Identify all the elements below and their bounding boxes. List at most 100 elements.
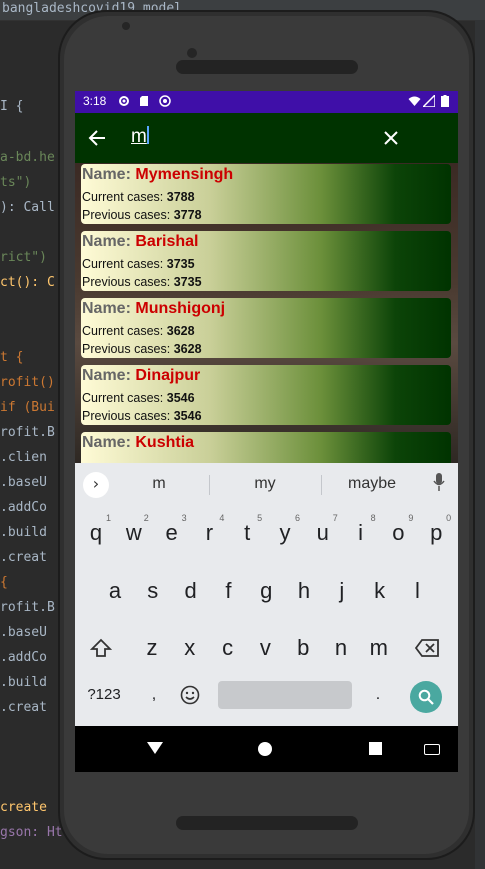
- key-n[interactable]: n: [323, 626, 359, 670]
- chevron-right-icon: ›: [92, 474, 100, 493]
- proximity-sensor: [122, 22, 130, 30]
- key-c[interactable]: c: [210, 626, 246, 670]
- suggestion-divider: [209, 475, 210, 495]
- key-label: z: [146, 635, 158, 660]
- district-name-row: Name: Kushtia: [82, 434, 194, 452]
- suggestion[interactable]: maybe: [337, 475, 407, 493]
- code-line: .clien: [0, 450, 47, 465]
- wifi-icon: [408, 96, 421, 106]
- comma-key[interactable]: ,: [141, 673, 167, 717]
- code-line: create: [0, 800, 47, 815]
- code-line: rict"): [0, 250, 47, 265]
- key-w[interactable]: w2: [116, 511, 152, 555]
- code-line: {: [0, 575, 8, 590]
- key-label: f: [225, 578, 232, 603]
- key-l[interactable]: l: [399, 569, 435, 613]
- nav-back-icon[interactable]: [147, 742, 163, 754]
- key-label: n: [334, 635, 348, 660]
- key-label: o: [392, 520, 405, 545]
- current-label: Current cases:: [82, 190, 164, 204]
- key-v[interactable]: v: [247, 626, 283, 670]
- key-x[interactable]: x: [172, 626, 208, 670]
- key-t[interactable]: t5: [229, 511, 265, 555]
- key-q[interactable]: q1: [78, 511, 114, 555]
- district-card[interactable]: Name: Mymensingh Current cases: 3788 Pre…: [81, 164, 451, 224]
- key-y[interactable]: y6: [267, 511, 303, 555]
- key-k[interactable]: k: [362, 569, 398, 613]
- key-i[interactable]: i8: [343, 511, 379, 555]
- previous-cases-row: Previous cases: 3778: [82, 208, 202, 222]
- key-g[interactable]: g: [248, 569, 284, 613]
- status-bar: 3:18: [75, 91, 458, 113]
- key-label: e: [165, 520, 178, 545]
- emoji-key[interactable]: [175, 673, 205, 717]
- key-d[interactable]: d: [173, 569, 209, 613]
- symbols-key[interactable]: ?123: [81, 673, 127, 717]
- code-line: I {: [0, 99, 24, 114]
- district-list[interactable]: Name: Mymensingh Current cases: 3788 Pre…: [75, 163, 458, 472]
- search-icon: [418, 689, 434, 705]
- period-key[interactable]: .: [365, 673, 391, 717]
- status-time: 3:18: [83, 94, 107, 108]
- district-name: Barishal: [135, 233, 199, 250]
- search-input[interactable]: m: [131, 126, 371, 150]
- shift-key[interactable]: [83, 626, 119, 670]
- code-line: ): Call: [0, 200, 55, 215]
- backspace-icon: [414, 639, 439, 657]
- key-label: d: [184, 578, 197, 603]
- key-o[interactable]: o9: [380, 511, 416, 555]
- code-line: if (Bui: [0, 400, 55, 415]
- district-name-row: Name: Mymensingh: [82, 166, 233, 184]
- district-card[interactable]: Name: Munshigonj Current cases: 3628 Pre…: [81, 298, 451, 358]
- name-label: Name:: [82, 233, 131, 250]
- mic-icon: [433, 473, 445, 491]
- key-s[interactable]: s: [135, 569, 171, 613]
- district-card[interactable]: Name: Barishal Current cases: 3735 Previ…: [81, 231, 451, 291]
- suggestion-divider: [321, 475, 322, 495]
- suggestion[interactable]: my: [235, 475, 295, 493]
- back-button[interactable]: [81, 122, 113, 154]
- nav-recents-icon[interactable]: [369, 742, 382, 755]
- key-alt-label: 6: [294, 513, 300, 523]
- code-line: rofit.B: [0, 425, 55, 440]
- key-p[interactable]: p0: [418, 511, 454, 555]
- key-m[interactable]: m: [361, 626, 397, 670]
- key-j[interactable]: j: [324, 569, 360, 613]
- expand-suggestions-button[interactable]: ›: [83, 472, 109, 498]
- backspace-key[interactable]: [409, 626, 445, 670]
- code-line: t {: [0, 350, 24, 365]
- keyboard-switch-icon[interactable]: [424, 744, 440, 755]
- key-u[interactable]: u7: [305, 511, 341, 555]
- search-enter-key[interactable]: [410, 681, 442, 713]
- current-cases-row: Current cases: 3628: [82, 324, 195, 338]
- previous-label: Previous cases:: [82, 342, 171, 356]
- suggestion[interactable]: m: [131, 475, 187, 493]
- clear-search-button[interactable]: [375, 122, 407, 154]
- key-e[interactable]: e3: [154, 511, 190, 555]
- district-card[interactable]: Name: Dinajpur Current cases: 3546 Previ…: [81, 365, 451, 425]
- battery-icon: [441, 95, 449, 107]
- key-label: v: [259, 635, 271, 660]
- key-label: k: [374, 578, 386, 603]
- code-line: ts"): [0, 175, 32, 190]
- key-a[interactable]: a: [97, 569, 133, 613]
- key-h[interactable]: h: [286, 569, 322, 613]
- ide-scrollbar[interactable]: [475, 20, 485, 869]
- key-alt-label: 1: [105, 513, 111, 523]
- space-key[interactable]: [218, 681, 352, 709]
- key-r[interactable]: r4: [191, 511, 227, 555]
- key-alt-label: 3: [181, 513, 187, 523]
- nav-home-icon[interactable]: [258, 742, 272, 756]
- current-label: Current cases:: [82, 324, 164, 338]
- previous-cases-row: Previous cases: 3546: [82, 409, 202, 423]
- key-alt-label: 4: [219, 513, 225, 523]
- current-cases-row: Current cases: 3735: [82, 257, 195, 271]
- key-b[interactable]: b: [285, 626, 321, 670]
- mic-button[interactable]: [429, 473, 449, 497]
- emoji-icon: [180, 685, 200, 705]
- key-z[interactable]: z: [134, 626, 170, 670]
- key-f[interactable]: f: [210, 569, 246, 613]
- key-label: w: [125, 520, 142, 545]
- sync-icon: [159, 95, 171, 107]
- search-query: m: [131, 126, 147, 147]
